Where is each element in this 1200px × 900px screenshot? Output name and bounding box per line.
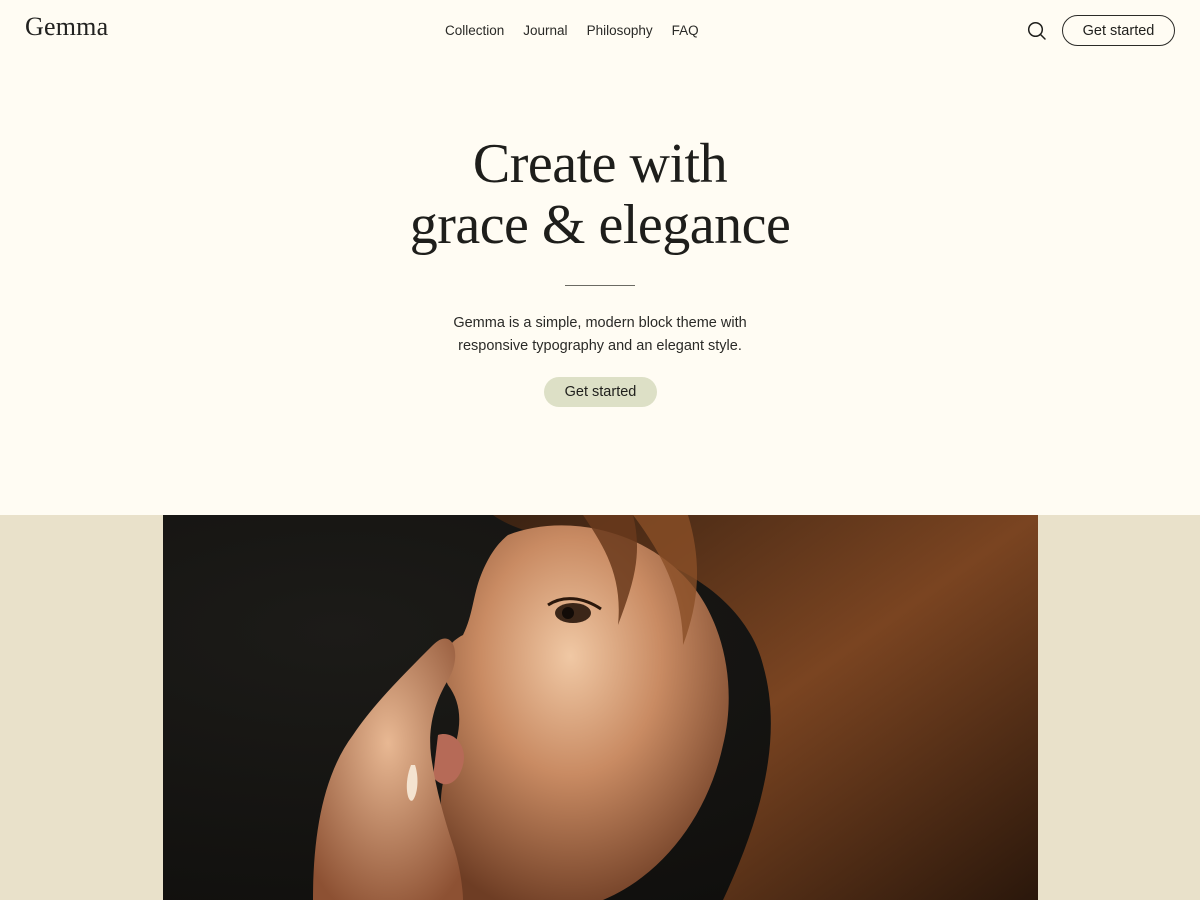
featured-image-band: [0, 515, 1200, 900]
nav-item-collection[interactable]: Collection: [445, 23, 504, 38]
featured-portrait-image: [163, 515, 1038, 900]
nav-item-faq[interactable]: FAQ: [672, 23, 699, 38]
primary-nav: Collection Journal Philosophy FAQ: [445, 23, 699, 38]
site-header: Gemma Collection Journal Philosophy FAQ …: [0, 0, 1200, 62]
hero-description-line-1: Gemma is a simple, modern block theme wi…: [453, 315, 747, 331]
site-logo[interactable]: Gemma: [25, 12, 108, 42]
hero-get-started-button[interactable]: Get started: [544, 377, 657, 407]
hero-description: Gemma is a simple, modern block theme wi…: [0, 312, 1200, 358]
search-icon: [1027, 21, 1046, 40]
hero-title-line-1: Create with: [472, 133, 728, 195]
header-get-started-button[interactable]: Get started: [1062, 15, 1175, 46]
portrait-illustration: [163, 515, 1038, 900]
hero-title: Create with grace & elegance: [0, 134, 1200, 256]
nav-item-journal[interactable]: Journal: [523, 23, 567, 38]
nav-item-philosophy[interactable]: Philosophy: [587, 23, 653, 38]
hero-divider: [565, 285, 635, 286]
search-button[interactable]: [1027, 21, 1047, 41]
hero-description-line-2: responsive typography and an elegant sty…: [458, 338, 742, 354]
hero-title-line-2: grace & elegance: [409, 194, 791, 256]
